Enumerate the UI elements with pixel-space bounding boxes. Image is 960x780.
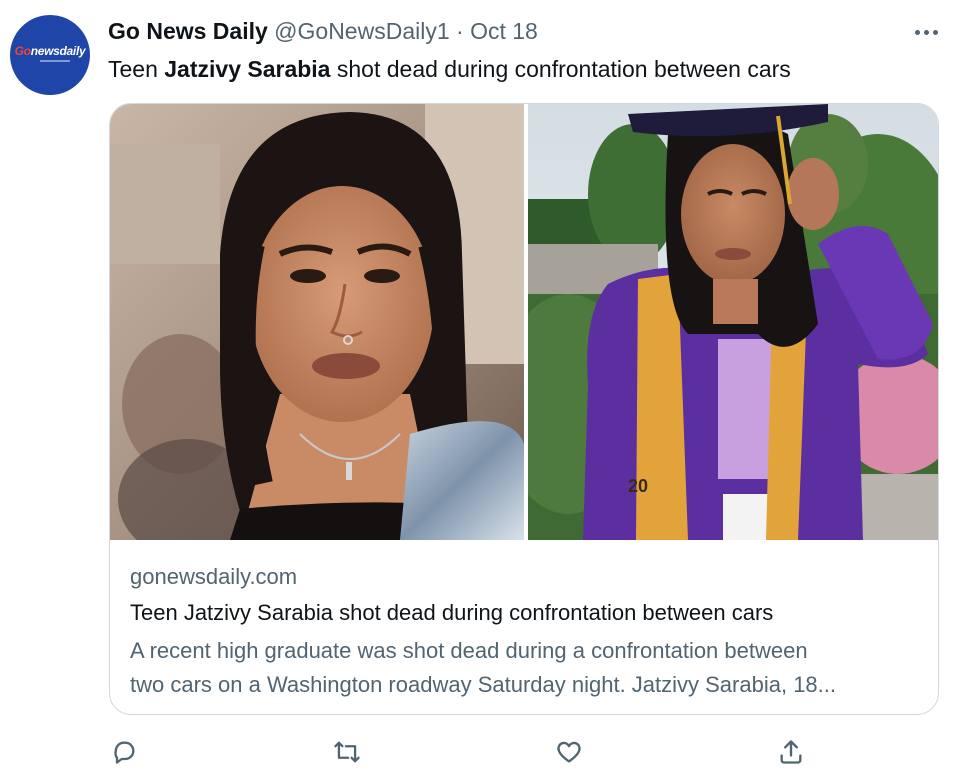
tweet-text-before: Teen	[108, 56, 165, 82]
tweet-text-after: shot dead during confrontation between c…	[330, 56, 791, 82]
card-description-line: A recent high graduate was shot dead dur…	[130, 638, 808, 663]
reply-icon	[114, 741, 135, 764]
more-dot-icon	[914, 29, 920, 35]
link-card[interactable]: 20 gonewsdaily.com Teen Jatzivy Sarabia …	[109, 103, 939, 715]
card-photo-graduation[interactable]: 20	[528, 104, 938, 540]
card-domain[interactable]: gonewsdaily.com	[130, 562, 920, 592]
share-icon	[780, 740, 802, 764]
avatar-logo-go: Go	[14, 44, 31, 58]
more-dot-icon	[923, 29, 929, 35]
card-description-line: two cars on a Washington roadway Saturda…	[130, 672, 836, 697]
share-button[interactable]	[774, 735, 808, 769]
like-icon	[557, 741, 581, 763]
more-dot-icon	[932, 29, 938, 35]
avatar-logo: Gonewsdaily	[10, 44, 90, 58]
tweet-text-bold-name: Jatzivy Sarabia	[164, 56, 331, 82]
portrait-photo-graphic	[110, 104, 524, 540]
author-handle[interactable]: @GoNewsDaily1	[274, 18, 449, 44]
avatar-tagline-bar	[40, 60, 70, 62]
tweet-actions	[0, 735, 960, 769]
avatar-logo-rest: newsdaily	[30, 44, 86, 58]
like-button[interactable]	[552, 735, 586, 769]
retweet-button[interactable]	[330, 735, 364, 769]
card-media[interactable]: 20	[110, 104, 938, 540]
card-title[interactable]: Teen Jatzivy Sarabia shot dead during co…	[130, 598, 920, 628]
tweet[interactable]: Gonewsdaily Go News Daily @GoNewsDaily1 …	[0, 0, 960, 780]
more-options-button[interactable]	[908, 20, 944, 44]
avatar[interactable]: Gonewsdaily	[10, 15, 90, 95]
card-meta[interactable]: gonewsdaily.com Teen Jatzivy Sarabia sho…	[130, 562, 920, 702]
reply-button[interactable]	[107, 735, 141, 769]
card-description: A recent high graduate was shot dead dur…	[130, 634, 920, 702]
card-photo-portrait[interactable]	[110, 104, 524, 540]
tweet-header: Go News Daily @GoNewsDaily1 · Oct 18	[108, 16, 538, 46]
tweet-date[interactable]: Oct 18	[470, 18, 538, 44]
author-display-name[interactable]: Go News Daily	[108, 18, 268, 44]
tweet-text: Teen Jatzivy Sarabia shot dead during co…	[108, 54, 791, 84]
graduation-photo-graphic: 20	[528, 104, 938, 540]
retweet-icon	[334, 741, 360, 763]
header-separator: ·	[456, 18, 464, 44]
stole-number: 20	[628, 476, 648, 496]
